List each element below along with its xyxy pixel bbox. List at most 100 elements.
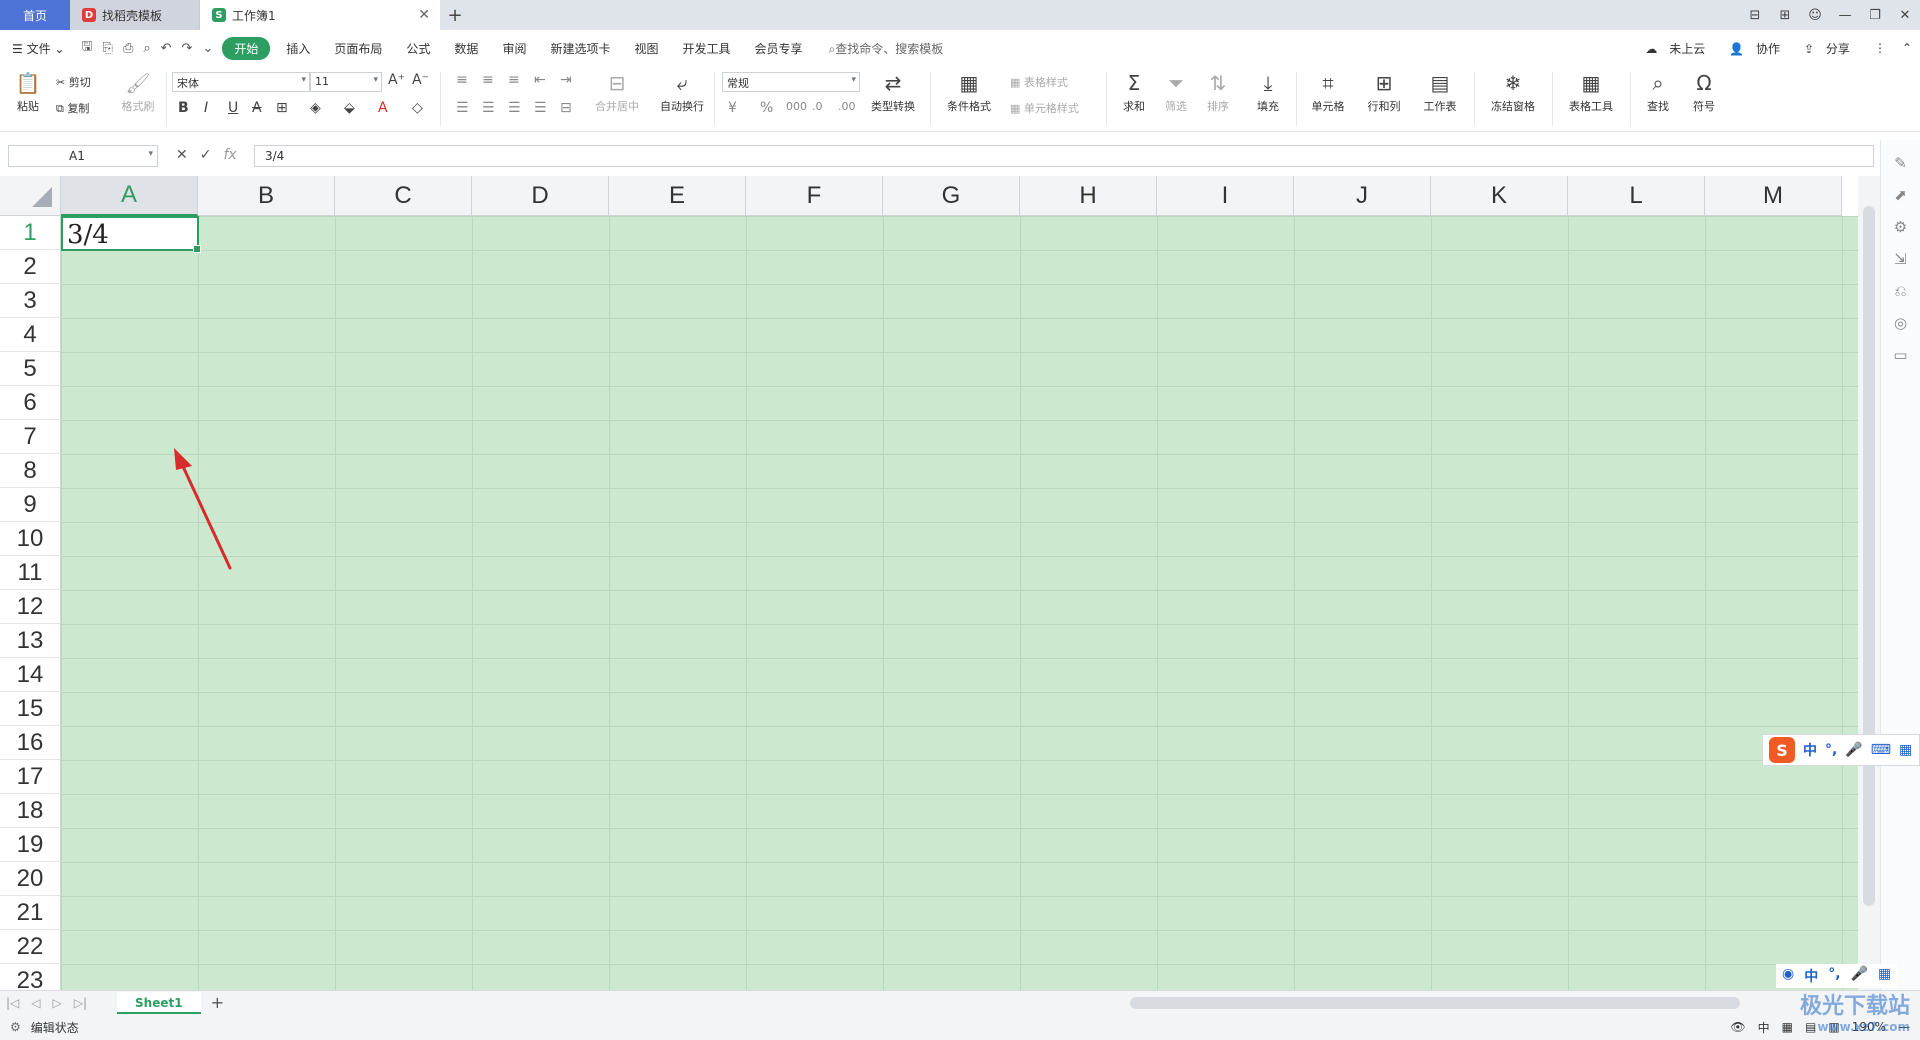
scroll-thumb[interactable]	[1863, 206, 1875, 906]
column-header[interactable]: H	[1020, 176, 1157, 216]
avatar[interactable]: ☺	[1800, 8, 1830, 23]
find-button[interactable]: ⌕ 查找	[1640, 70, 1676, 114]
menu-view[interactable]: 视图	[622, 40, 670, 57]
fill-button[interactable]: ⤓ 填充	[1250, 70, 1286, 114]
row-header[interactable]: 3	[0, 284, 61, 318]
eye-icon[interactable]: 👁	[1730, 1020, 1745, 1034]
confirm-icon[interactable]: ✓	[200, 147, 212, 163]
row-header[interactable]: 7	[0, 420, 61, 454]
cell-button[interactable]: ⌗ 单元格	[1306, 70, 1350, 114]
align-middle-icon[interactable]: ≡	[482, 72, 494, 88]
collab-button[interactable]: 👤 协作	[1721, 40, 1796, 57]
macro-icon[interactable]: ⚙	[0, 1020, 31, 1034]
more-icon[interactable]: ⌄	[197, 41, 218, 56]
settings-icon[interactable]: ⚙	[1881, 218, 1920, 236]
layout-icon[interactable]: ⊟	[1740, 8, 1770, 23]
backup-icon[interactable]: ⎌	[1881, 282, 1920, 300]
align-bottom-icon[interactable]: ≡	[508, 72, 520, 88]
close-tab-icon[interactable]: ✕	[418, 7, 430, 23]
row-header[interactable]: 2	[0, 250, 61, 284]
menu-insert[interactable]: 插入	[274, 40, 322, 57]
preview-icon[interactable]: ⌕	[138, 41, 155, 56]
apps-icon[interactable]: ⊞	[1770, 8, 1800, 23]
bold-icon[interactable]: B	[178, 100, 189, 116]
save-icon[interactable]: 🖫	[76, 37, 97, 59]
cut-button[interactable]: ✂ 剪切	[56, 74, 91, 90]
column-header[interactable]: J	[1294, 176, 1431, 216]
column-header[interactable]: D	[472, 176, 609, 216]
font-name-select[interactable]: 宋体	[172, 72, 310, 92]
menu-data[interactable]: 数据	[442, 40, 490, 57]
row-header[interactable]: 11	[0, 556, 61, 590]
align-left-icon[interactable]: ☰	[456, 100, 469, 116]
ime-lang[interactable]: 中	[1803, 740, 1817, 760]
strikethrough-icon[interactable]: A	[252, 100, 262, 116]
row-header[interactable]: 21	[0, 896, 61, 930]
table-tools-button[interactable]: ▦ 表格工具	[1562, 70, 1620, 114]
normal-view-icon[interactable]: ▦	[1782, 1020, 1793, 1034]
table-style-button[interactable]: ▦ 表格样式	[1010, 74, 1068, 90]
cell-style-button[interactable]: ▦ 单元格样式	[1010, 100, 1079, 116]
column-header[interactable]: F	[746, 176, 883, 216]
keyboard-icon[interactable]: ⌨	[1871, 742, 1891, 758]
file-menu[interactable]: ☰ 文件 ⌄	[0, 40, 76, 57]
select-all-button[interactable]	[0, 176, 61, 216]
book-icon[interactable]: ▭	[1881, 346, 1920, 364]
increase-decimal-icon[interactable]: .0	[812, 100, 823, 113]
column-header[interactable]: E	[609, 176, 746, 216]
share-button[interactable]: ⇪ 分享	[1796, 40, 1866, 57]
microphone-icon[interactable]: 🎤	[1845, 742, 1862, 758]
row-header[interactable]: 8	[0, 454, 61, 488]
format-painter-button[interactable]: 🖌 格式刷	[118, 70, 158, 114]
ime-status-lang[interactable]: 中	[1804, 966, 1818, 986]
menu-page-layout[interactable]: 页面布局	[322, 40, 394, 57]
formula-input[interactable]: 3/4	[254, 145, 1874, 167]
command-search[interactable]: ⌕查找命令、搜索模板	[829, 40, 944, 57]
indent-decrease-icon[interactable]: ⇤	[534, 72, 546, 88]
redo-icon[interactable]: ↷	[177, 41, 198, 56]
iflytek-icon[interactable]: ◉	[1782, 966, 1794, 986]
new-tab-button[interactable]: +	[440, 0, 470, 30]
row-header[interactable]: 16	[0, 726, 61, 760]
restore-button[interactable]: ❐	[1860, 8, 1890, 23]
menu-developer[interactable]: 开发工具	[670, 40, 742, 57]
row-header[interactable]: 9	[0, 488, 61, 522]
filter-button[interactable]: ⏷ 筛选	[1158, 70, 1194, 114]
align-top-icon[interactable]: ≡	[456, 72, 468, 88]
type-convert-button[interactable]: ⇄ 类型转换	[864, 70, 922, 114]
copy-button[interactable]: ⧉ 复制	[56, 100, 89, 116]
percent-icon[interactable]: %	[760, 100, 773, 116]
justify-icon[interactable]: ☰	[534, 100, 547, 116]
fill-color-icon[interactable]: ⬙	[344, 100, 355, 116]
paste-button[interactable]: 📋 粘贴	[10, 70, 46, 114]
menu-member[interactable]: 会员专享	[743, 40, 815, 57]
style-icon[interactable]: ✎	[1881, 154, 1920, 172]
menu-new-tab[interactable]: 新建选项卡	[538, 40, 622, 57]
row-col-button[interactable]: ⊞ 行和列	[1362, 70, 1406, 114]
tab-template[interactable]: D 找稻壳模板	[70, 0, 200, 30]
menu-formulas[interactable]: 公式	[394, 40, 442, 57]
row-header[interactable]: 22	[0, 930, 61, 964]
row-header[interactable]: 20	[0, 862, 61, 896]
prev-sheet-icon[interactable]: ◁	[25, 996, 46, 1010]
column-header[interactable]: B	[198, 176, 335, 216]
row-header[interactable]: 10	[0, 522, 61, 556]
align-center-icon[interactable]: ☰	[482, 100, 495, 116]
sheet-tab[interactable]: Sheet1	[117, 991, 201, 1014]
menu-home[interactable]: 开始	[222, 36, 271, 60]
decrease-font-icon[interactable]: A⁻	[412, 72, 429, 88]
number-format-select[interactable]: 常规	[722, 72, 860, 92]
row-header[interactable]: 19	[0, 828, 61, 862]
ime-punct[interactable]: °,	[1825, 742, 1837, 758]
column-header[interactable]: A	[61, 176, 198, 216]
tab-home[interactable]: 首页	[0, 0, 70, 30]
decrease-decimal-icon[interactable]: .00	[838, 100, 856, 113]
print-icon[interactable]: ⎙	[118, 41, 138, 56]
column-header[interactable]: G	[883, 176, 1020, 216]
close-window-button[interactable]: ✕	[1890, 8, 1920, 23]
column-header[interactable]: K	[1431, 176, 1568, 216]
first-sheet-icon[interactable]: |◁	[0, 996, 25, 1010]
auto-wrap-button[interactable]: ⤶ 自动换行	[656, 70, 708, 114]
name-box[interactable]: A1	[8, 145, 158, 167]
more-options-icon[interactable]: ⋮	[1866, 41, 1894, 55]
